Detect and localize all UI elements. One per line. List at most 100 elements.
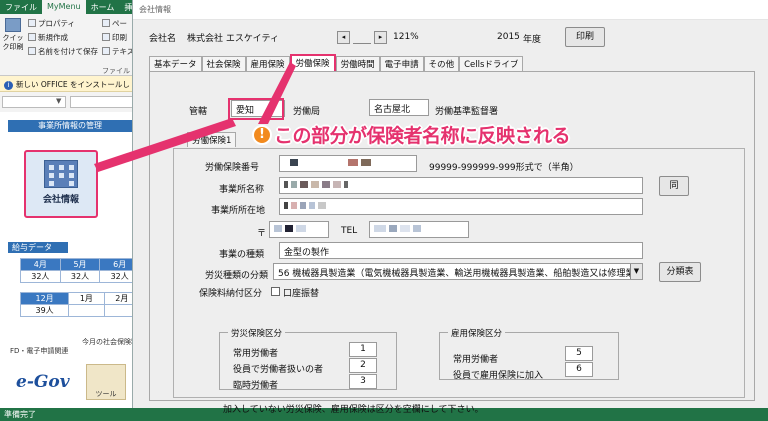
tab-cells-drive[interactable]: Cellsドライブ: [459, 56, 524, 71]
printer-icon: [5, 18, 21, 32]
tel-label: TEL: [341, 226, 358, 236]
accident-insurance-group-title: 労災保険区分: [228, 327, 286, 339]
employment-officer-label: 役員で雇用保険に加入: [453, 371, 544, 381]
zoom-increase-button[interactable]: ▸: [374, 31, 387, 44]
text-icon: [102, 47, 110, 55]
fiscal-year: 2015: [497, 32, 520, 42]
accident-classification-value: 56 機械器具製造業（電気機械器具製造業、輸送用機械器具製造業、船舶製造又は修理…: [278, 269, 643, 279]
ribbon-tabs: ファイル MyMenu ホーム 挿: [0, 0, 140, 14]
temporary-worker-code[interactable]: 3: [349, 374, 377, 389]
employment-regular-code[interactable]: 5: [565, 346, 593, 361]
callout-text: この部分が保険者名称に反映される: [274, 125, 571, 147]
ribbon-item-text[interactable]: テキス: [102, 46, 134, 57]
accident-classification-select[interactable]: 56 機械器具製造業（電気機械器具製造業、輸送用機械器具製造業、船舶製造又は修理…: [273, 263, 643, 280]
format-hint: 99999-999999-999形式で（半角）: [429, 163, 579, 173]
subtab-labor-insurance-1[interactable]: 労働保険1: [187, 132, 237, 147]
info-bar: i 新しい OFFICE をインストールし: [0, 76, 140, 92]
section-header-office-info: 事業所情報の管理: [8, 120, 132, 132]
zoom-decrease-button[interactable]: ◂: [337, 31, 350, 44]
employment-officer-code[interactable]: 6: [565, 362, 593, 377]
tab-basic[interactable]: 基本データ: [149, 56, 202, 71]
month-grid-bottom: 12月 1月 2月 39人: [19, 292, 141, 317]
properties-icon: [28, 19, 36, 27]
account-transfer-label: 口座振替: [283, 289, 320, 299]
labor-office-input[interactable]: 名古屋北: [369, 99, 429, 116]
ribbon-tab-mymenu[interactable]: MyMenu: [42, 0, 86, 14]
labor-bureau-label: 労働局: [293, 107, 321, 117]
dialog-title: 会社情報: [133, 0, 768, 20]
info-icon: i: [4, 81, 13, 90]
employment-regular-label: 常用労働者: [453, 355, 499, 365]
ribbon-item-properties[interactable]: プロパティ: [28, 18, 75, 29]
account-transfer-checkbox[interactable]: [271, 287, 280, 296]
month-grid-top: 4月 5月 6月 32人 32人 32人: [20, 258, 140, 283]
tab-labor-insurance[interactable]: 労働保険: [289, 54, 336, 71]
month-cell[interactable]: 1月: [68, 292, 105, 305]
tab-social-insurance[interactable]: 社会保険: [201, 56, 246, 71]
office-name-input[interactable]: [279, 177, 643, 194]
ribbon-item-save-as[interactable]: 名前を付けて保存: [28, 46, 98, 57]
classification-table-button[interactable]: 分類表: [659, 262, 701, 282]
tab-working-hours[interactable]: 労働時間: [335, 56, 380, 71]
section-header-payroll: 給与データ: [8, 242, 68, 253]
company-info-dialog: 会社情報 会社名 株式会社 エスケイティ ◂ ▸ 121% 2015 年度 印刷…: [132, 0, 768, 415]
tab-employment-insurance[interactable]: 雇用保険: [245, 56, 290, 71]
officer-worker-label: 役員で労働者扱いの者: [233, 365, 324, 375]
company-label: 会社名: [149, 34, 177, 44]
new-file-icon: [28, 33, 36, 41]
employment-insurance-group-title: 雇用保険区分: [448, 327, 506, 339]
ribbon-tab-home[interactable]: ホーム: [86, 0, 120, 14]
office-address-input[interactable]: [279, 198, 643, 215]
ribbon-item-new[interactable]: 新規作成: [28, 32, 68, 43]
month-cell[interactable]: 4月: [20, 258, 61, 271]
fd-label: FD・電子申請関連: [10, 347, 69, 355]
accident-classification-label: 労災種類の分類: [205, 271, 269, 281]
zoom-level: 121%: [393, 32, 419, 42]
jurisdiction-highlight: [228, 98, 284, 120]
tool-icon[interactable]: ツール: [86, 364, 126, 400]
office-name-label: 事業所名称: [219, 185, 265, 195]
zoom-slider[interactable]: [353, 30, 371, 44]
officer-worker-code[interactable]: 2: [349, 358, 377, 373]
business-type-input[interactable]: 金型の製作: [279, 242, 643, 259]
tel-input[interactable]: [369, 221, 469, 238]
month-cell[interactable]: 5月: [59, 258, 101, 271]
company-info-tile-label: 会社情報: [42, 195, 79, 205]
ribbon-group-label: ファイル: [102, 67, 130, 75]
regular-worker-code[interactable]: 1: [349, 342, 377, 357]
business-type-label: 事業の種類: [219, 250, 265, 260]
ribbon-tab-file[interactable]: ファイル: [0, 0, 42, 14]
company-info-tile[interactable]: 会社情報: [24, 150, 98, 218]
dialog-tabs: 基本データ 社会保険 雇用保険 労働保険 労働時間 電子申請 その他 Cells…: [149, 54, 524, 71]
tab-other[interactable]: その他: [423, 56, 460, 71]
ribbon-item-print[interactable]: 印刷: [102, 32, 127, 43]
jurisdiction-label: 管轄: [189, 107, 208, 117]
save-icon: [28, 47, 36, 55]
print-icon: [102, 33, 110, 41]
premium-payment-label: 保険料納付区分: [199, 289, 263, 299]
count-cell: 39人: [19, 304, 70, 317]
fiscal-year-suffix: 年度: [523, 35, 542, 45]
postal-mark: 〒: [257, 229, 267, 239]
month-cell[interactable]: 12月: [19, 292, 70, 305]
insurance-label: 今月の社会保険料: [82, 338, 138, 346]
labor-insurance-number-input[interactable]: [279, 155, 417, 172]
chevron-down-icon[interactable]: ▼: [56, 97, 61, 105]
temporary-worker-label: 臨時労働者: [233, 381, 279, 391]
chevron-down-icon[interactable]: ▼: [630, 264, 642, 279]
quick-print-button[interactable]: クイック印刷: [2, 18, 24, 52]
regular-worker-label: 常用労働者: [233, 349, 279, 359]
page-icon: [102, 19, 110, 27]
count-cell: [68, 304, 105, 317]
labor-insurance-number-label: 労働保険番号: [205, 163, 260, 173]
postal-code-input[interactable]: [269, 221, 329, 238]
print-button[interactable]: 印刷: [565, 27, 605, 47]
same-button[interactable]: 同: [659, 176, 689, 196]
building-icon: [44, 160, 78, 188]
egov-logo[interactable]: e-Gov: [16, 372, 70, 392]
warning-icon: !: [252, 125, 272, 145]
tab-e-filing[interactable]: 電子申請: [379, 56, 424, 71]
office-address-label: 事業所所在地: [211, 206, 266, 216]
ribbon-item-page[interactable]: ペー: [102, 18, 127, 29]
formula-bar[interactable]: [70, 96, 140, 108]
